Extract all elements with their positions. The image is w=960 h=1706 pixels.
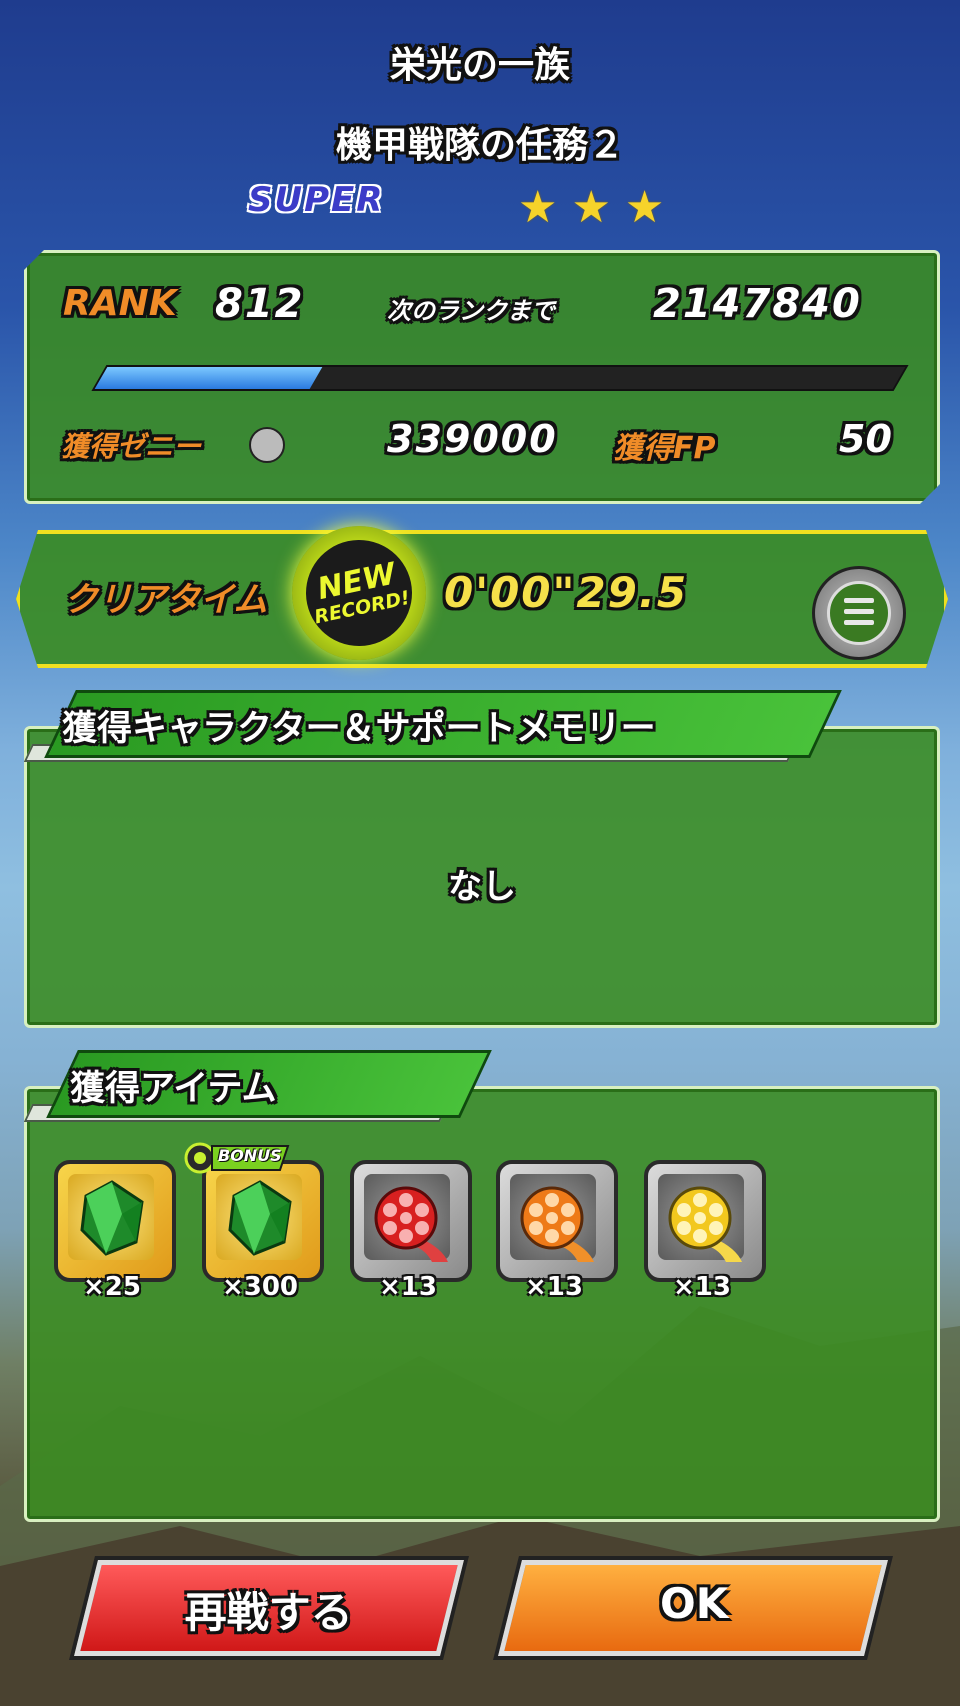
rank-panel: RANK 812 次のランクまで 2147840 獲得ゼニー 339000 獲得…	[24, 250, 940, 504]
stage-title: 機甲戦隊の任務２	[335, 125, 624, 166]
retry-button[interactable]: 再戦する	[74, 1560, 464, 1656]
item-slot[interactable]	[54, 1160, 176, 1282]
characters-header-title: 獲得キャラクター＆サポートメモリー	[62, 709, 656, 749]
fp-label: 獲得FP	[613, 431, 716, 466]
item-quantity: ×25	[83, 1272, 141, 1302]
item-quantity: ×13	[525, 1272, 583, 1302]
item-quantity: ×13	[673, 1272, 731, 1302]
characters-empty-text: なし	[448, 867, 516, 907]
event-title: 栄光の一族	[389, 45, 570, 86]
next-rank-label: 次のランクまで	[387, 297, 555, 325]
orange-film-reel-icon	[520, 1186, 594, 1262]
zeni-label: 獲得ゼニー	[61, 430, 202, 463]
red-film-reel-icon	[374, 1186, 448, 1262]
items-header-title: 獲得アイテム	[70, 1069, 277, 1109]
green-crystal-icon	[80, 1180, 144, 1256]
item-slot[interactable]	[644, 1160, 766, 1282]
next-rank-value: 2147840	[653, 281, 862, 327]
item-quantity: ×300	[221, 1272, 299, 1302]
star-rating: ★★★	[518, 182, 679, 233]
list-icon	[844, 598, 874, 631]
record-list-button[interactable]	[812, 566, 906, 660]
characters-panel: なし	[24, 726, 940, 1028]
rank-label: RANK	[63, 283, 177, 324]
fp-value: 50	[839, 417, 892, 461]
bonus-label: BONUS	[218, 1146, 282, 1165]
green-crystal-icon	[228, 1180, 292, 1256]
clear-time-panel: クリアタイム 0'00"29.5	[16, 530, 948, 668]
yellow-film-reel-icon	[668, 1186, 742, 1262]
retry-button-label: 再戦する	[184, 1588, 353, 1637]
ok-button-label: OK	[659, 1579, 729, 1628]
ok-button[interactable]: OK	[498, 1560, 888, 1656]
items-panel	[24, 1086, 940, 1522]
difficulty-label: SUPER	[248, 180, 385, 220]
rank-value: 812	[215, 281, 305, 327]
rank-progress-fill	[95, 367, 323, 389]
item-slot[interactable]	[350, 1160, 472, 1282]
item-slot[interactable]	[496, 1160, 618, 1282]
new-record-badge: NEW RECORD!	[292, 526, 426, 660]
zeni-coin-icon	[249, 427, 285, 463]
rank-progress-bar	[91, 365, 908, 391]
clear-time-value: 0'00"29.5	[444, 568, 689, 617]
item-quantity: ×13	[379, 1272, 437, 1302]
zeni-value: 339000	[387, 417, 558, 461]
clear-time-label: クリアタイム	[64, 580, 268, 620]
bonus-badge: BONUS	[184, 1138, 294, 1182]
